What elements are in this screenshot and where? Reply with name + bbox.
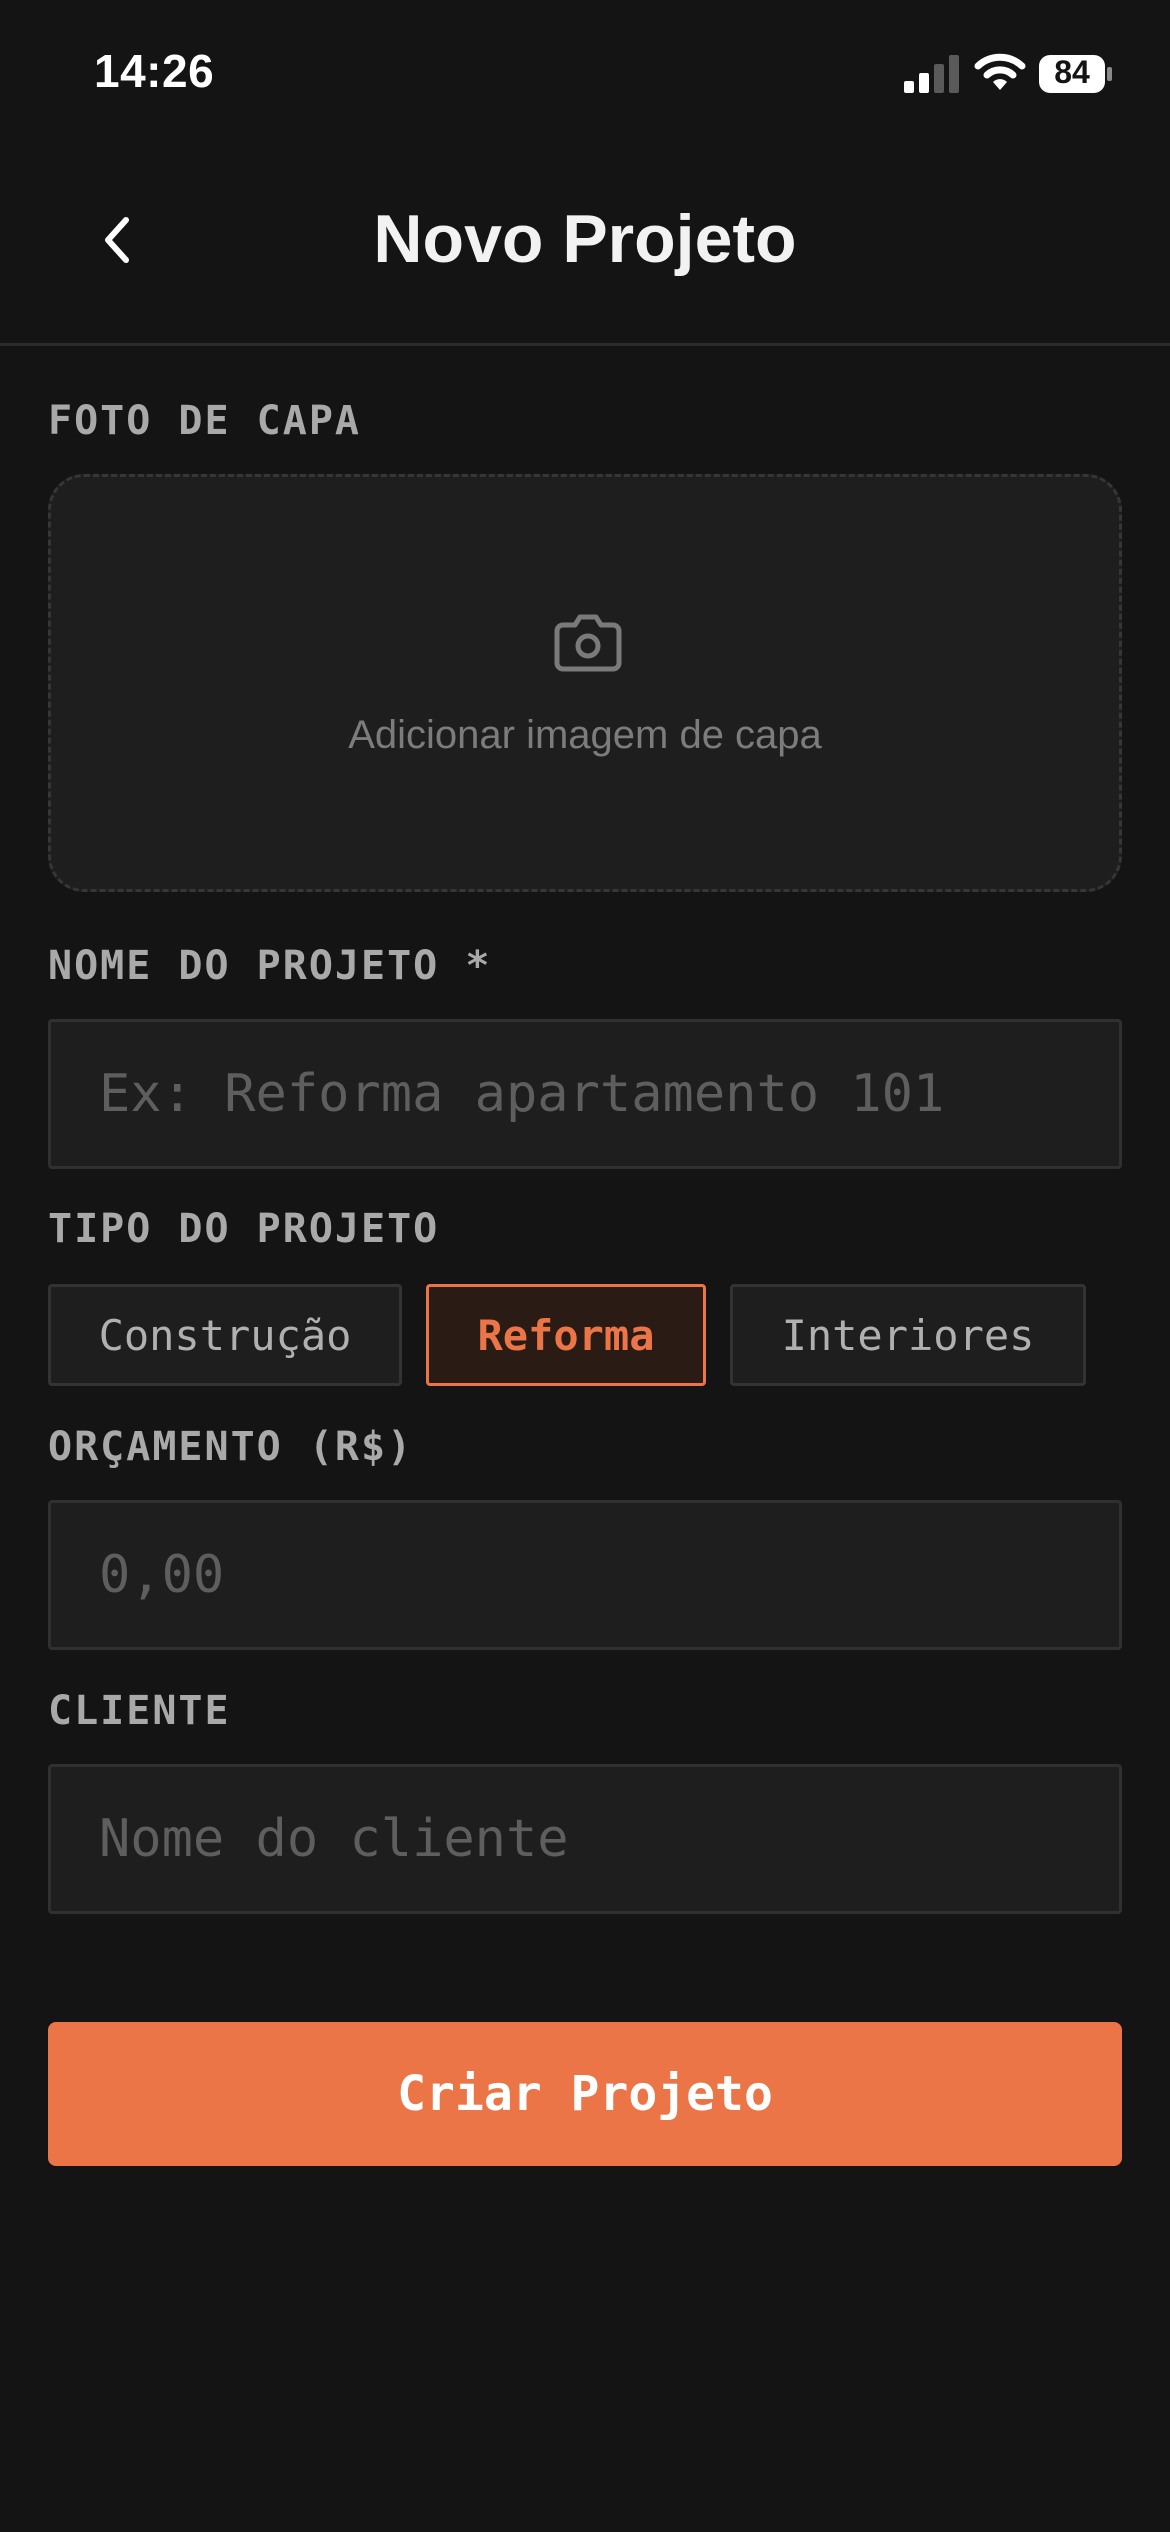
wifi-icon bbox=[974, 53, 1026, 90]
camera-icon bbox=[554, 614, 622, 672]
battery-level: 84 bbox=[1054, 54, 1090, 90]
project-type-label: TIPO DO PROJETO bbox=[48, 1206, 440, 1252]
status-time: 14:26 bbox=[94, 45, 215, 97]
create-project-button[interactable]: Criar Projeto bbox=[48, 2022, 1122, 2166]
type-option-construcao[interactable]: Construção bbox=[48, 1284, 402, 1386]
project-name-label: NOME DO PROJETO * bbox=[48, 943, 492, 989]
client-label: CLIENTE bbox=[48, 1688, 231, 1734]
type-option-reforma[interactable]: Reforma bbox=[426, 1284, 706, 1386]
client-input[interactable] bbox=[48, 1764, 1122, 1914]
budget-input[interactable] bbox=[48, 1500, 1122, 1650]
nav-bar: Novo Projeto bbox=[0, 150, 1170, 346]
cover-upload-text: Adicionar imagem de capa bbox=[348, 713, 822, 757]
cover-image-upload[interactable]: Adicionar imagem de capa bbox=[48, 474, 1122, 892]
type-option-interiores[interactable]: Interiores bbox=[730, 1284, 1086, 1386]
cellular-signal-icon bbox=[904, 55, 959, 93]
cover-photo-label: FOTO DE CAPA bbox=[48, 398, 361, 444]
status-bar: 14:26 84 bbox=[0, 0, 1170, 150]
project-name-input[interactable] bbox=[48, 1019, 1122, 1169]
page-title: Novo Projeto bbox=[373, 201, 797, 277]
budget-label: ORÇAMENTO (R$) bbox=[48, 1424, 414, 1470]
